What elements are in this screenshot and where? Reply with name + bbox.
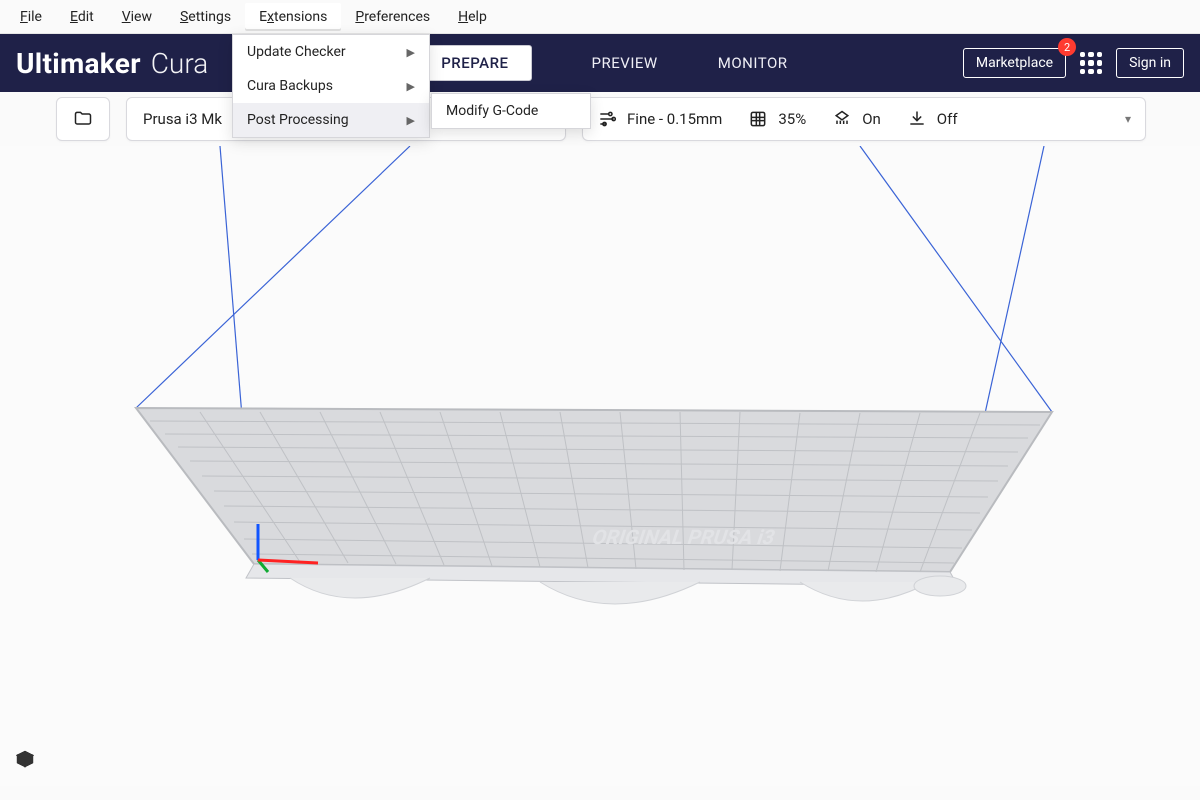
menu-item-label: Post Processing xyxy=(247,112,349,128)
app-logo: Ultimaker Cura xyxy=(16,47,208,80)
support-group: On xyxy=(832,109,881,129)
support-label: On xyxy=(862,110,881,128)
viewport-3d[interactable]: ORIGINAL PRUSA i3 xyxy=(0,146,1200,786)
marketplace-button[interactable]: Marketplace xyxy=(963,48,1066,78)
view-modes xyxy=(14,748,182,772)
menu-item-label: Update Checker xyxy=(247,44,346,60)
brand-text-2: Cura xyxy=(151,47,208,80)
tab-prepare[interactable]: PREPARE xyxy=(418,45,531,81)
printer-name: Prusa i3 Mk xyxy=(143,110,222,128)
brand-bar: Ultimaker Cura PREPARE PREVIEW MONITOR M… xyxy=(0,34,1200,92)
quality-label: Fine - 0.15mm xyxy=(627,110,722,128)
menu-settings[interactable]: Settings xyxy=(166,3,245,31)
adhesion-group: Off xyxy=(907,109,958,129)
menu-edit[interactable]: Edit xyxy=(56,3,108,31)
menu-help[interactable]: Help xyxy=(444,3,501,31)
chevron-down-icon: ▾ xyxy=(1125,112,1131,126)
menu-extensions[interactable]: Extensions xyxy=(245,3,341,31)
view-top-icon[interactable] xyxy=(86,748,110,772)
infill-group: 35% xyxy=(748,109,806,129)
infill-label: 35% xyxy=(778,110,806,128)
infill-icon xyxy=(748,109,768,129)
buildplate-svg: ORIGINAL PRUSA i3 xyxy=(0,146,1200,786)
apps-grid-icon[interactable] xyxy=(1080,52,1102,74)
menu-item-label: Cura Backups xyxy=(247,78,333,94)
menu-item-label: Modify G-Code xyxy=(446,103,538,119)
menu-update-checker[interactable]: Update Checker ▶ xyxy=(233,35,429,69)
open-file-button[interactable] xyxy=(56,97,110,141)
signin-button[interactable]: Sign in xyxy=(1116,48,1184,78)
quality-group: Fine - 0.15mm xyxy=(597,109,722,129)
tab-preview[interactable]: PREVIEW xyxy=(592,54,658,72)
post-processing-submenu: Modify G-Code xyxy=(431,93,591,129)
view-front-icon[interactable] xyxy=(50,748,74,772)
adhesion-icon xyxy=(907,109,927,129)
menu-preferences[interactable]: Preferences xyxy=(341,3,444,31)
settings-bar: Prusa i3 Mk ▾ Fine - 0.15mm 35% On Off ▾ xyxy=(0,92,1200,146)
marketplace-wrap: Marketplace 2 xyxy=(963,48,1066,78)
brand-text-1: Ultimaker xyxy=(16,47,141,80)
support-icon xyxy=(832,109,852,129)
buildplate-etched-text: ORIGINAL PRUSA i3 xyxy=(589,526,778,549)
menu-modify-gcode[interactable]: Modify G-Code xyxy=(432,94,590,128)
print-settings-summary[interactable]: Fine - 0.15mm 35% On Off ▾ xyxy=(582,97,1146,141)
chevron-right-icon: ▶ xyxy=(407,80,415,93)
chevron-right-icon: ▶ xyxy=(407,114,415,127)
extensions-dropdown: Update Checker ▶ Cura Backups ▶ Post Pro… xyxy=(232,34,430,138)
stage-tabs: PREPARE PREVIEW MONITOR xyxy=(418,45,787,81)
folder-icon xyxy=(73,109,93,129)
menu-view[interactable]: View xyxy=(108,3,166,31)
chevron-right-icon: ▶ xyxy=(407,46,415,59)
notification-badge: 2 xyxy=(1058,38,1076,56)
brand-right: Marketplace 2 Sign in xyxy=(963,48,1184,78)
menu-post-processing[interactable]: Post Processing ▶ xyxy=(233,103,429,137)
sliders-icon xyxy=(597,109,617,129)
view-right-icon[interactable] xyxy=(158,748,182,772)
menu-file[interactable]: File xyxy=(6,3,56,31)
menu-cura-backups[interactable]: Cura Backups ▶ xyxy=(233,69,429,103)
menu-bar: File Edit View Settings Extensions Prefe… xyxy=(0,0,1200,34)
adhesion-label: Off xyxy=(937,110,958,128)
tab-monitor[interactable]: MONITOR xyxy=(718,54,788,72)
view-left-icon[interactable] xyxy=(122,748,146,772)
